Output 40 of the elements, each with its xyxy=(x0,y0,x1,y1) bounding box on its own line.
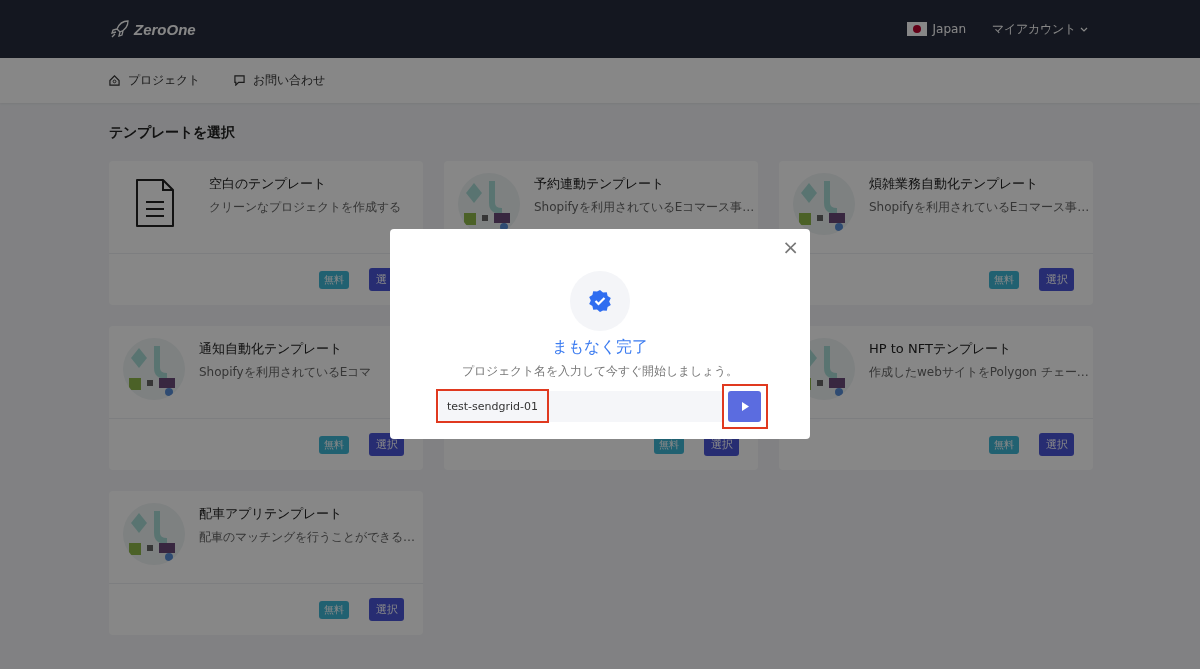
start-button[interactable] xyxy=(728,391,761,422)
template-description: クリーンなプロジェクトを作成する xyxy=(209,199,401,216)
template-title: 予約連動テンプレート xyxy=(534,175,665,193)
price-tag: 無料 xyxy=(319,270,349,289)
price-tag: 無料 xyxy=(989,270,1019,289)
close-button[interactable]: × xyxy=(782,237,799,257)
template-title: 配車アプリテンプレート xyxy=(199,505,343,523)
template-description: 配車のマッチングを行うことができる… xyxy=(199,529,415,546)
section-title: テンプレートを選択 xyxy=(109,124,236,142)
template-title: 煩雑業務自動化テンプレート xyxy=(869,175,1039,193)
document-icon xyxy=(135,178,175,228)
select-button[interactable]: 選択 xyxy=(1039,433,1074,456)
nav-link[interactable]: プロジェクト xyxy=(128,72,200,89)
account-menu[interactable]: マイアカウント xyxy=(992,20,1076,38)
select-button[interactable]: 選択 xyxy=(1039,268,1074,291)
template-description: Shopifyを利用されているEコマース事… xyxy=(534,199,755,216)
price-tag: 無料 xyxy=(319,600,349,619)
modal-title: まもなく完了 xyxy=(552,337,648,358)
verified-badge-icon xyxy=(588,289,612,313)
template-description: Shopifyを利用されているEコマ xyxy=(199,364,372,381)
flag-icon xyxy=(906,22,927,36)
select-button[interactable]: 選択 xyxy=(369,433,404,456)
template-description: 作成したwebサイトをPolygon チェー… xyxy=(869,364,1089,381)
price-tag: 無料 xyxy=(989,435,1019,454)
template-title: 通知自動化テンプレート xyxy=(199,340,343,358)
nav-link[interactable]: お問い合わせ xyxy=(253,72,325,89)
template-title: 空白のテンプレート xyxy=(209,175,327,193)
play-icon xyxy=(740,402,749,411)
chevron-icon xyxy=(1080,26,1088,32)
country-link[interactable]: Japan xyxy=(932,22,966,36)
template-description: Shopifyを利用されているEコマース事… xyxy=(869,199,1090,216)
logo-text[interactable]: ZeroOne xyxy=(134,20,196,38)
template-title: HP to NFTテンプレート xyxy=(869,340,1012,358)
home-icon xyxy=(109,75,120,86)
chat-icon xyxy=(234,75,245,86)
project-name-field[interactable]: test-sendgrid-01 xyxy=(439,391,722,422)
price-tag: 無料 xyxy=(319,435,349,454)
modal-message: プロジェクト名を入力して今すぐ開始しましょう。 xyxy=(462,363,738,380)
rocket-icon xyxy=(110,19,130,39)
select-button[interactable]: 選択 xyxy=(369,598,404,621)
